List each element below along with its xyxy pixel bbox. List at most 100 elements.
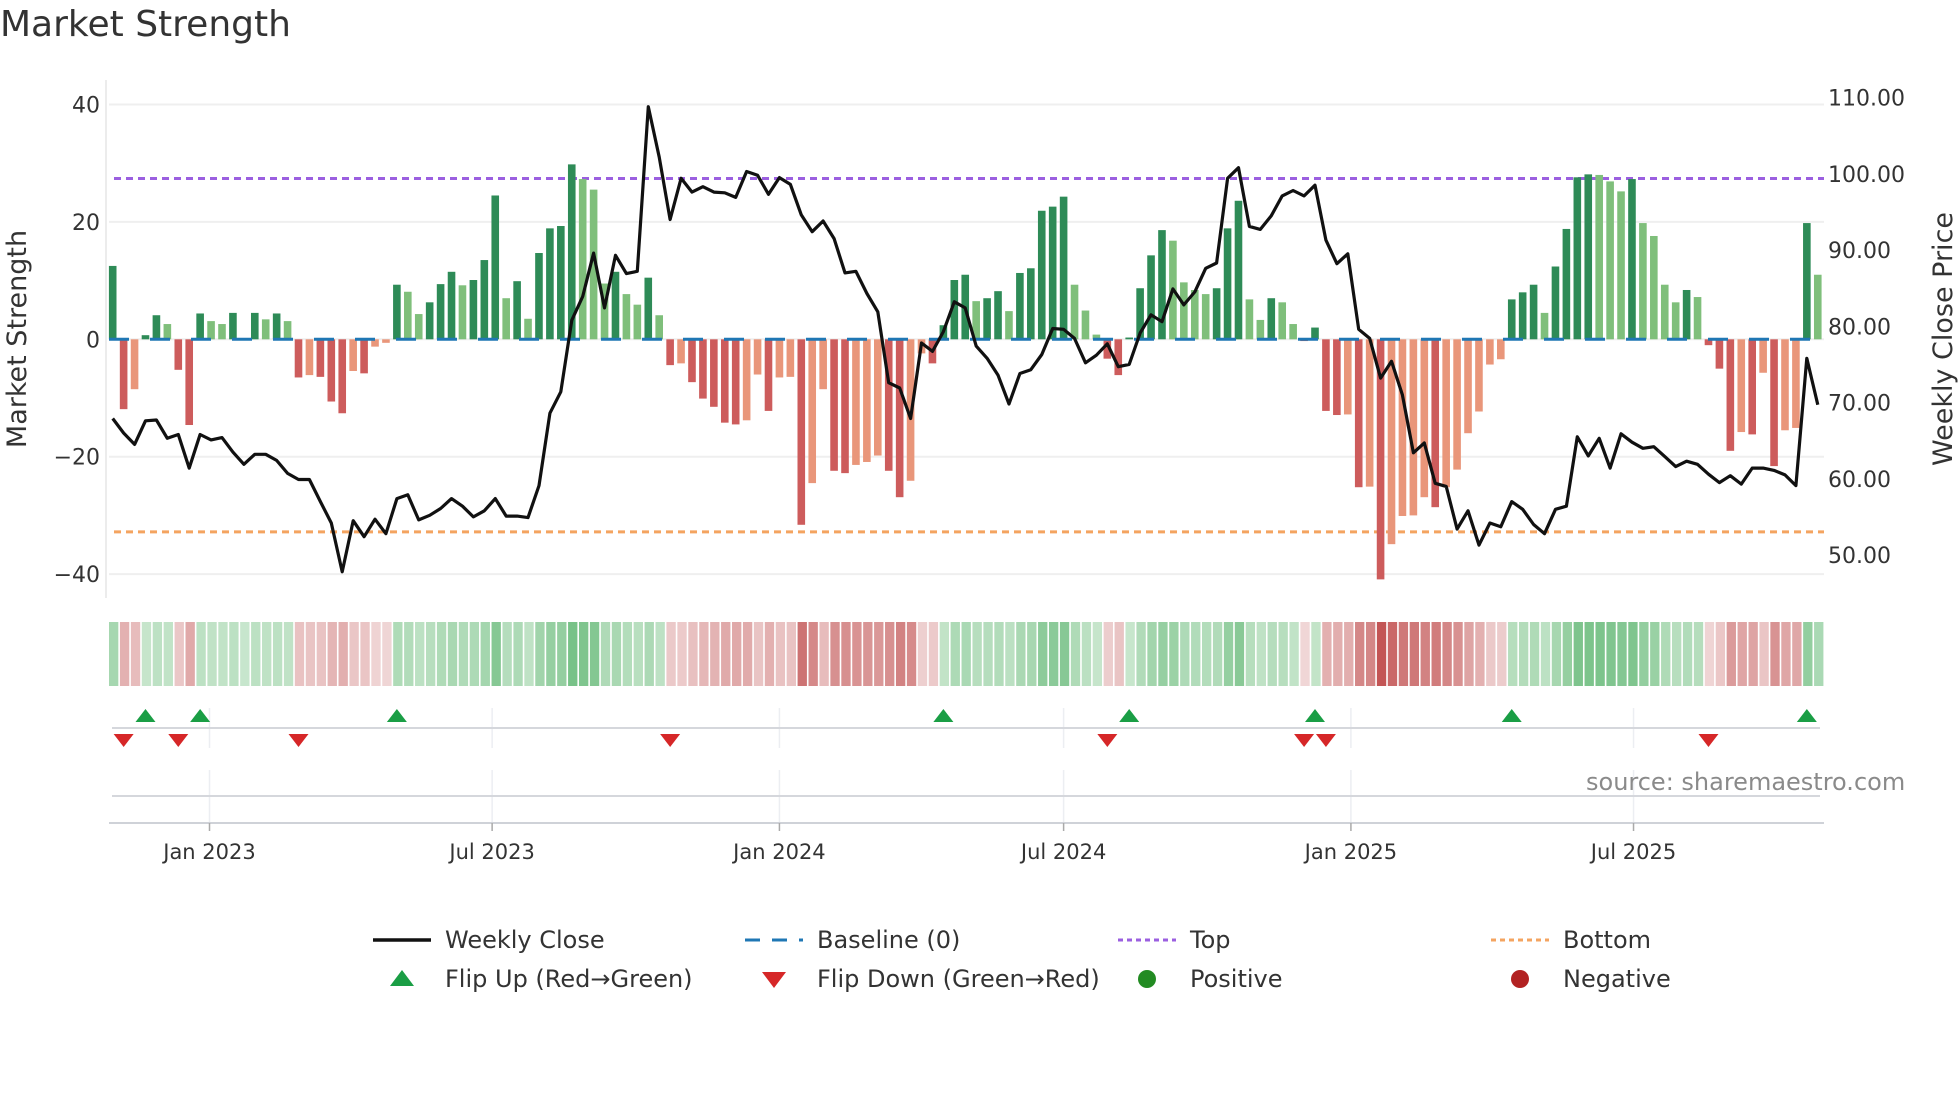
heat-strip-cell (1442, 622, 1452, 686)
heat-strip-cell (972, 622, 982, 686)
strength-bar (1595, 174, 1603, 340)
heat-strip-cell (1661, 622, 1671, 686)
strength-bar (1584, 174, 1593, 340)
solid-line-icon (373, 930, 431, 950)
heat-strip-cell (1169, 622, 1179, 686)
heat-strip-cell (1103, 622, 1113, 686)
strength-bar (1726, 339, 1735, 451)
heat-strip-cell (1409, 622, 1419, 686)
strength-bar (1540, 312, 1549, 340)
legend-weekly-close: Weekly Close (373, 926, 605, 954)
strength-bar (218, 324, 226, 340)
flip-up-marker (386, 709, 407, 722)
legend-label: Bottom (1563, 926, 1652, 954)
heat-strip-cell (1147, 622, 1157, 686)
heat-strip-cell (251, 622, 261, 686)
heat-strip-cell (1551, 622, 1562, 686)
strength-bar (1354, 339, 1363, 488)
heat-strip-cell (677, 622, 687, 686)
strength-bar (1671, 302, 1680, 340)
strength-bar (994, 291, 1002, 340)
strength-bar (1212, 288, 1221, 340)
strength-bar (1770, 339, 1778, 467)
heat-strip-cell (557, 622, 567, 686)
heat-strip-cell (1333, 622, 1343, 686)
strength-bar (1562, 228, 1571, 340)
x-tick-label: Jan 2023 (161, 840, 256, 864)
strength-bar (1639, 223, 1647, 340)
heat-strip-cell (130, 622, 141, 686)
strength-bar (863, 339, 871, 462)
flip-down-marker (168, 734, 189, 747)
strength-bar (895, 339, 904, 498)
strength-bar (1606, 181, 1614, 340)
heat-strip-cell (797, 622, 807, 686)
heat-strip-cell (1628, 622, 1638, 686)
heat-strip-cell (1693, 622, 1704, 686)
strength-bar (349, 339, 357, 371)
y2-tick-label: 90.00 (1828, 239, 1891, 264)
strength-bar (1234, 200, 1243, 340)
strength-bar (436, 284, 445, 340)
x-tick-label: Jul 2024 (1019, 840, 1106, 864)
strength-bar (797, 339, 806, 525)
strength-bar (1650, 235, 1658, 340)
strength-bar (524, 318, 532, 340)
heat-strip-cell (1475, 622, 1485, 686)
heat-strip-cell (1267, 622, 1277, 686)
flip-down-marker (113, 734, 134, 747)
heat-strip-cell (1256, 622, 1266, 686)
flip-up-marker (1305, 709, 1325, 722)
heat-strip-cell (1803, 622, 1813, 686)
strength-bar (229, 312, 237, 340)
strength-bar (327, 339, 336, 402)
strength-bar (1147, 255, 1155, 340)
heat-strip-cell (1737, 622, 1747, 686)
heat-strip-cell (480, 622, 490, 686)
heat-strip-cell (1518, 622, 1529, 686)
strength-bar (720, 339, 729, 423)
legend-top: Top (1118, 926, 1231, 954)
heat-strip-cell (863, 622, 873, 686)
heat-strip-cell (1540, 622, 1551, 686)
strength-bar (655, 315, 663, 340)
strength-bar (1409, 339, 1418, 516)
strength-bar (1256, 319, 1265, 340)
heat-strip-cell (961, 622, 971, 686)
strength-bar (447, 271, 456, 340)
legend-label: Weekly Close (445, 926, 605, 954)
strength-bar (622, 294, 631, 340)
y2-tick-label: 70.00 (1828, 392, 1891, 417)
heat-strip-cell (393, 622, 403, 686)
strength-bar (874, 339, 882, 456)
flip-up-marker (1796, 709, 1817, 722)
heat-strip-cell (196, 622, 206, 686)
heat-strip-cell (1016, 622, 1026, 686)
flip-down-marker (660, 734, 681, 747)
heat-strip-cell (1398, 622, 1409, 686)
legend-label: Flip Up (Red→Green) (445, 965, 693, 993)
heat-strip-cell (163, 622, 173, 686)
strength-bar (250, 312, 259, 340)
heat-strip-cell (349, 622, 359, 686)
x-tick-label: Jan 2025 (1303, 840, 1398, 864)
y2-tick-label: 100.00 (1828, 163, 1905, 188)
heat-strip-cell (1125, 622, 1135, 686)
heat-strip-cell (447, 622, 458, 686)
heat-strip-cell (753, 622, 764, 686)
strength-bar (1027, 268, 1035, 340)
x-tick-label: Jul 2025 (1589, 840, 1676, 864)
heat-strip-cell (1059, 622, 1070, 686)
heat-strip-cell (633, 622, 643, 686)
heat-strip-cell (1748, 622, 1758, 686)
strength-bar (305, 339, 314, 376)
heat-strip-cell (1814, 622, 1824, 686)
strength-bar (644, 277, 653, 340)
heat-strip-cell (688, 622, 698, 686)
heat-strip-cell (240, 622, 250, 686)
strength-bar (141, 335, 150, 340)
strength-bar (207, 321, 215, 340)
heat-strip-cell (928, 622, 939, 686)
heat-strip-cell (1584, 622, 1594, 686)
legend-label: Positive (1190, 965, 1283, 993)
